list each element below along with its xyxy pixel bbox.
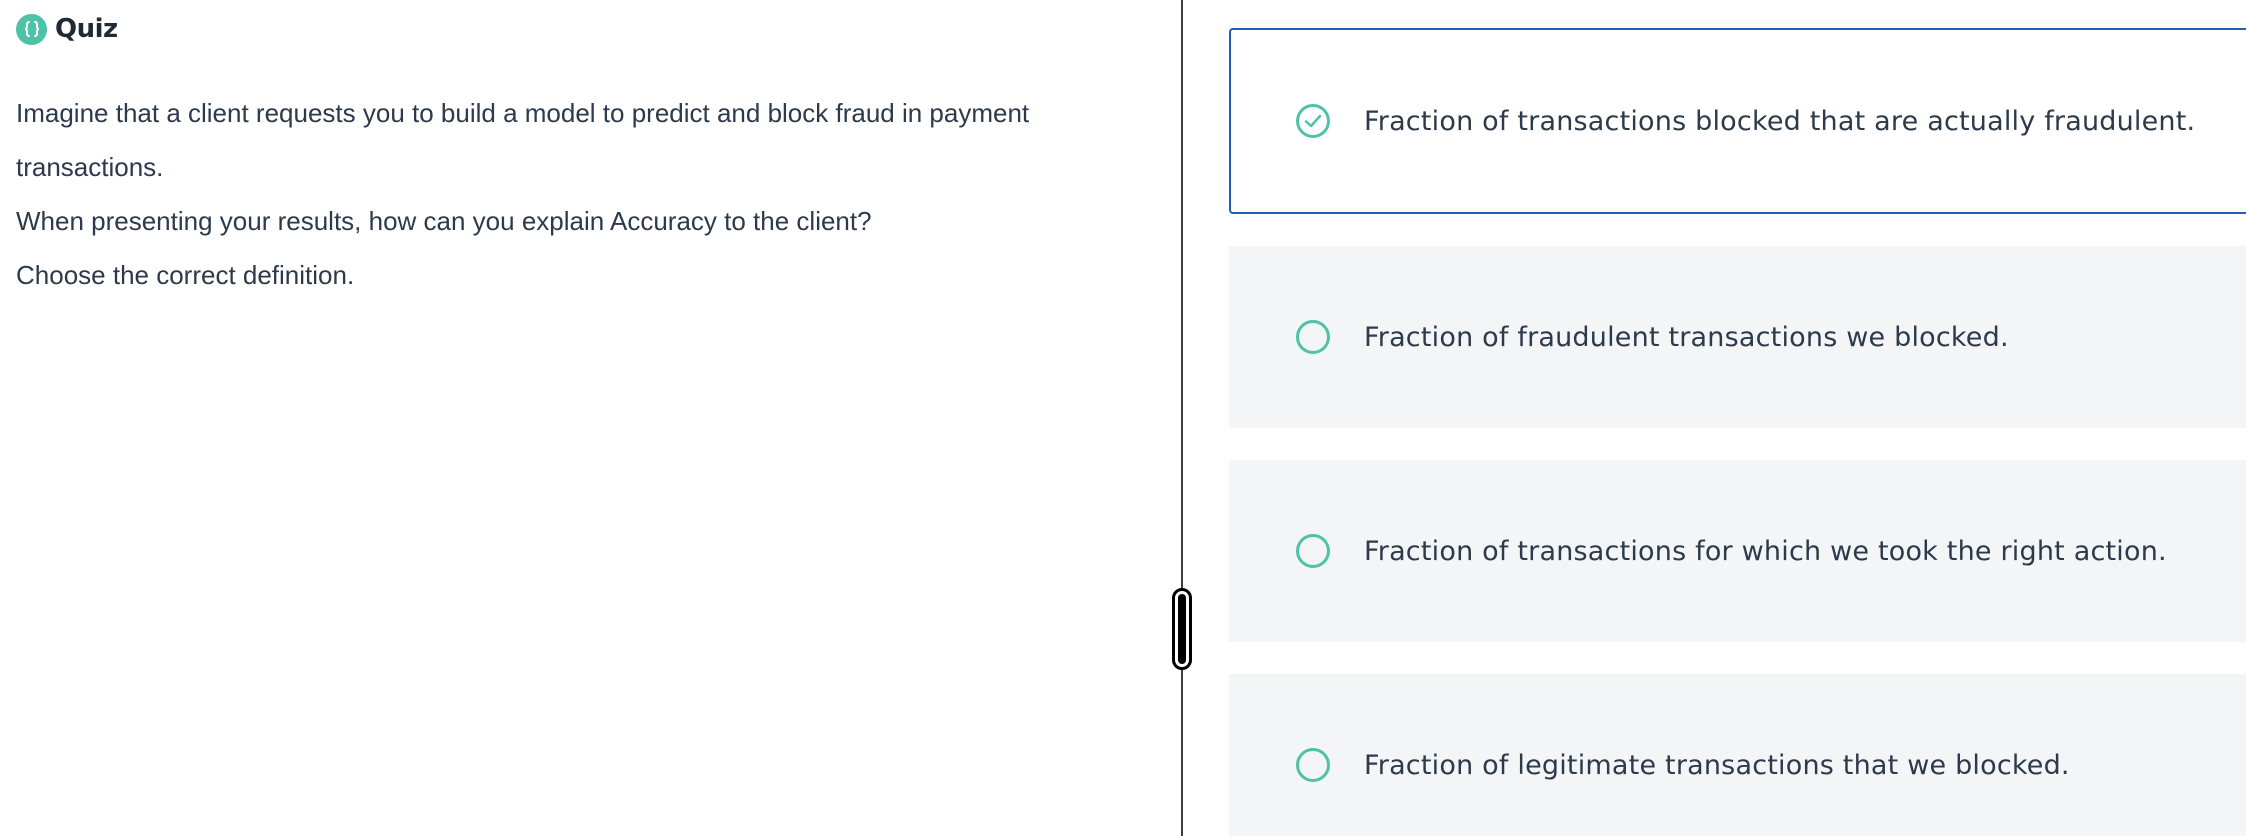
answer-options: Fraction of transactions blocked that ar… [1229,0,2246,836]
quiz-header: Quiz [16,12,1165,46]
answer-option-1[interactable]: Fraction of transactions blocked that ar… [1229,28,2246,214]
answer-option-label: Fraction of fraudulent transactions we b… [1364,321,2009,353]
answer-option-3[interactable]: Fraction of transactions for which we to… [1229,460,2246,642]
question-text: Imagine that a client requests you to bu… [16,86,1176,302]
question-instruction: Choose the correct definition. [16,260,355,290]
resize-grip-icon [1178,594,1186,664]
radio-circle-icon [1296,320,1330,354]
code-braces-icon [16,13,47,45]
resize-handle[interactable] [1172,588,1192,670]
answer-option-label: Fraction of transactions blocked that ar… [1364,105,2196,137]
check-circle-icon [1296,104,1330,138]
radio-circle-icon [1296,534,1330,568]
question-pane: Quiz Imagine that a client requests you … [0,0,1181,836]
question-prompt: Imagine that a client requests you to bu… [16,98,1030,182]
answer-option-label: Fraction of transactions for which we to… [1364,535,2167,567]
answer-option-label: Fraction of legitimate transactions that… [1364,749,2070,781]
answer-option-4[interactable]: Fraction of legitimate transactions that… [1229,674,2246,836]
quiz-page: Quiz Imagine that a client requests you … [0,0,2246,836]
page-title: Quiz [55,14,118,44]
answer-option-2[interactable]: Fraction of fraudulent transactions we b… [1229,246,2246,428]
pane-divider [1181,0,1183,836]
question-ask: When presenting your results, how can yo… [16,206,872,236]
radio-circle-icon [1296,748,1330,782]
